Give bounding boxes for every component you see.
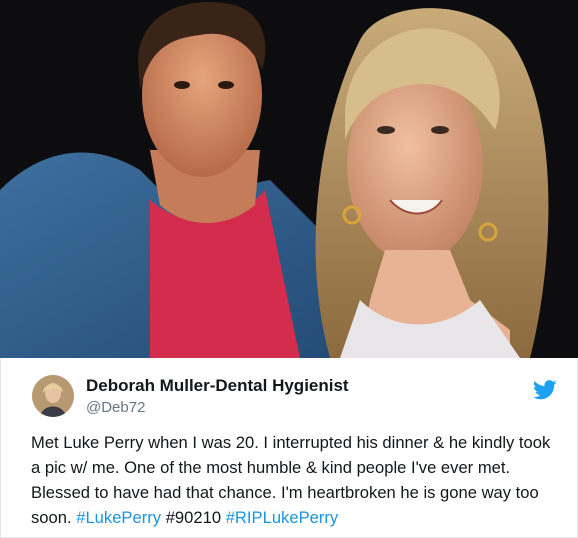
hashtag-lukeperry[interactable]: #LukePerry [76, 508, 161, 527]
display-name[interactable]: Deborah Muller-Dental Hygienist [86, 376, 349, 396]
tweet-card: Deborah Muller-Dental Hygienist @Deb72 M… [0, 358, 578, 538]
user-handle[interactable]: @Deb72 [86, 399, 145, 416]
tweet-photo[interactable] [0, 0, 578, 358]
hashtag-90210[interactable]: #90210 [166, 508, 221, 527]
hashtag-riplukeperry[interactable]: #RIPLukePerry [226, 508, 339, 527]
tweet-text: Met Luke Perry when I was 20. I interrup… [31, 430, 561, 530]
twitter-bird-icon[interactable] [533, 380, 557, 400]
avatar[interactable] [32, 375, 74, 417]
